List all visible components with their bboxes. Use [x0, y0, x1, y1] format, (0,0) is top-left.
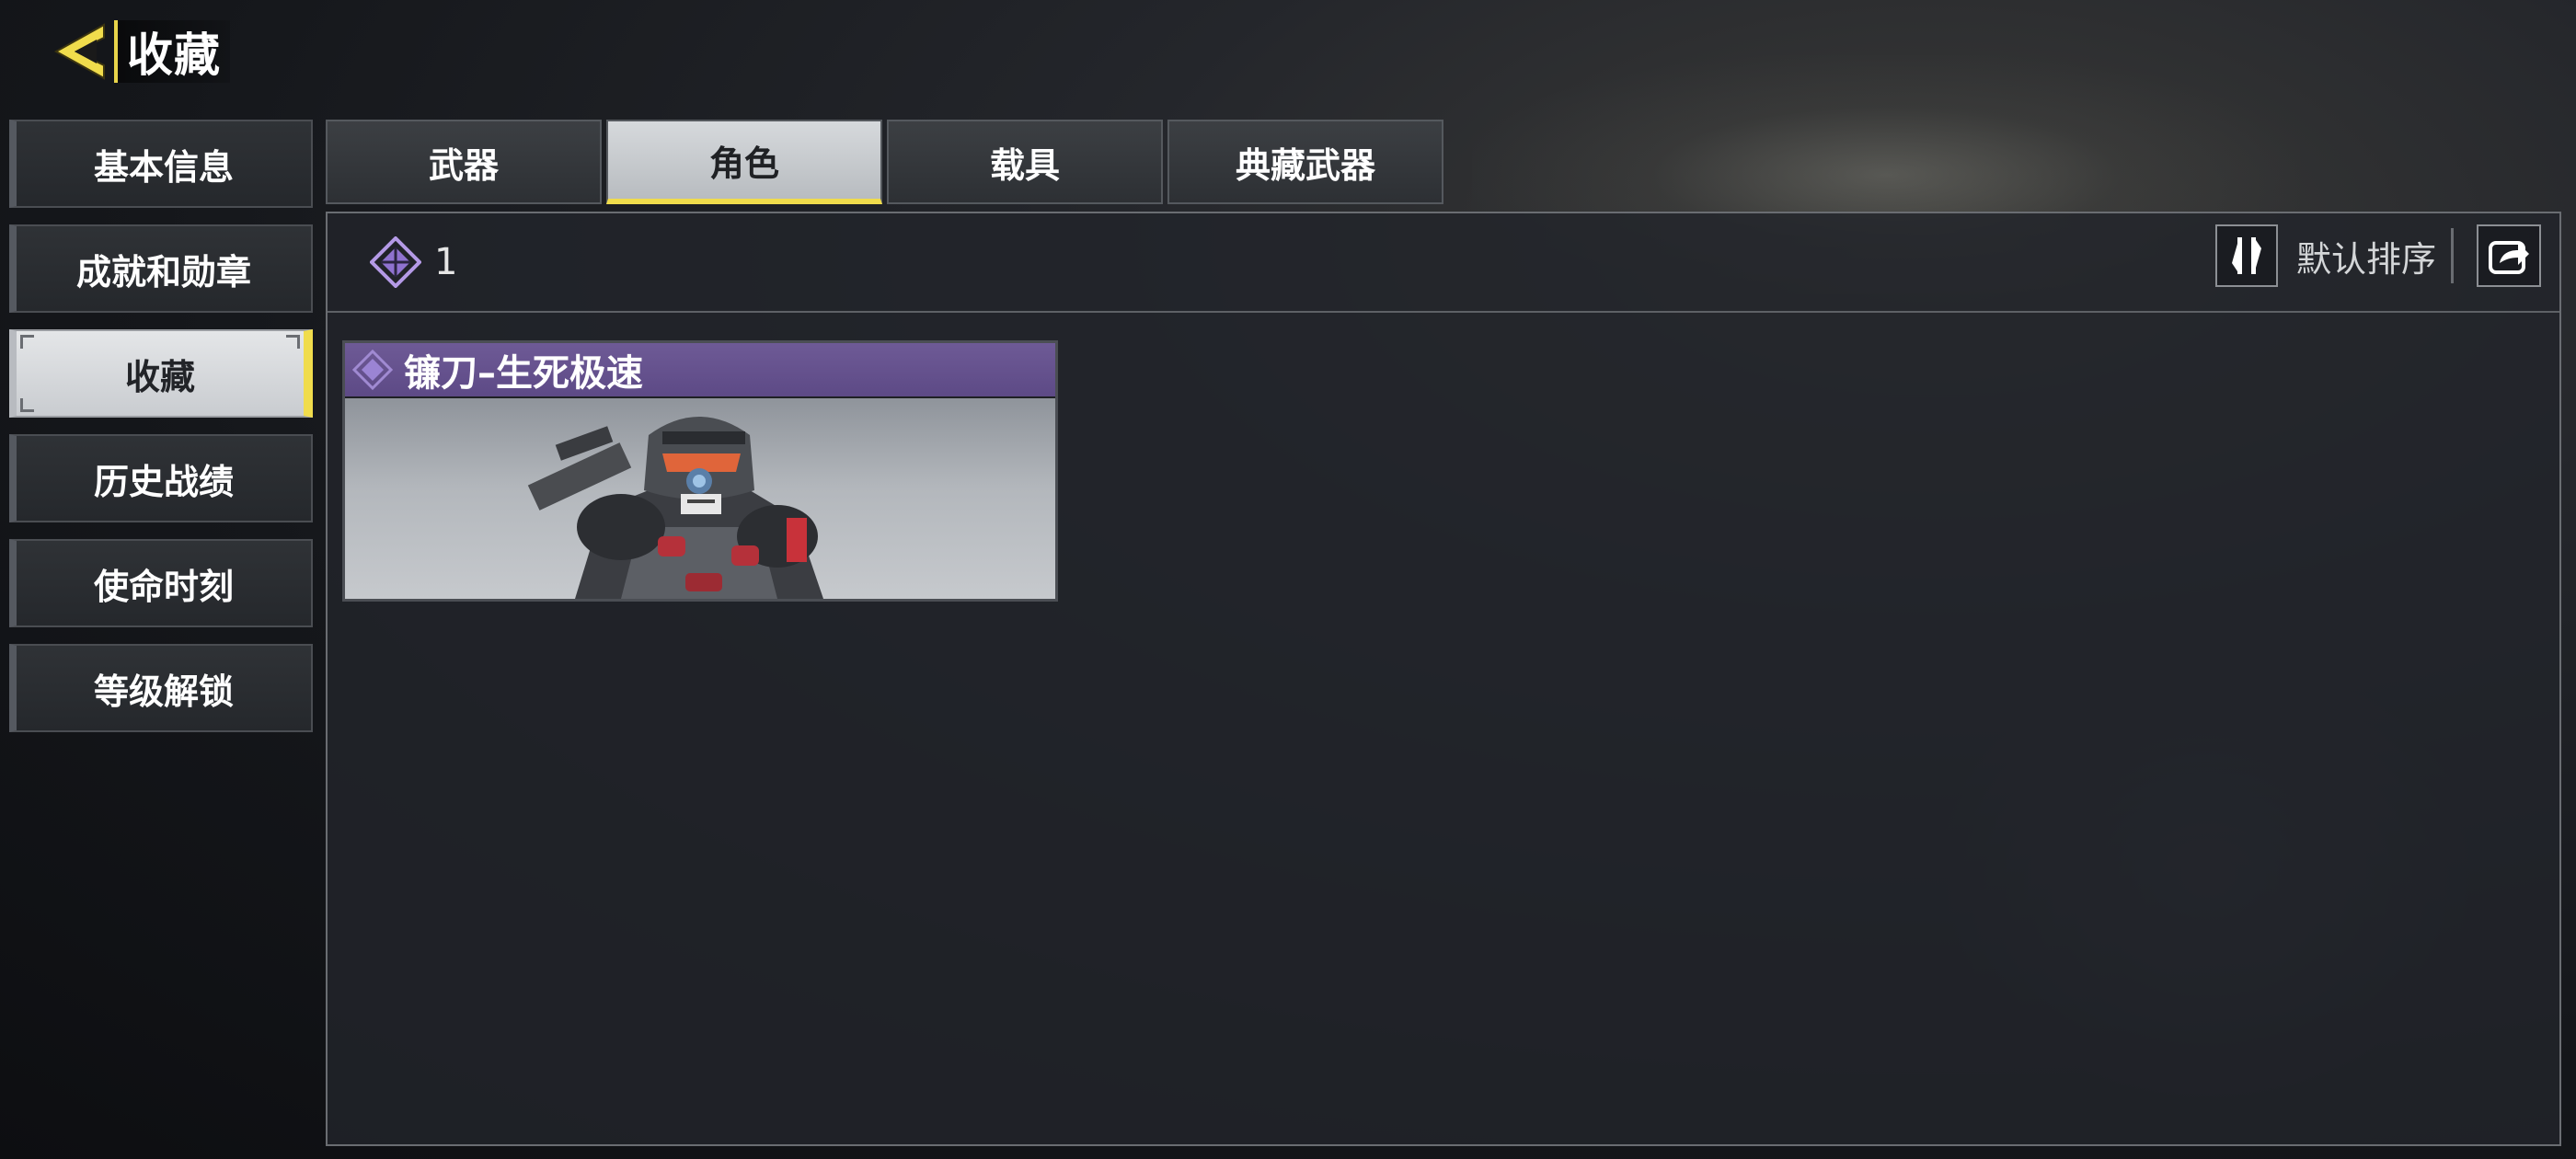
tab-characters[interactable]: 角色 [606, 120, 882, 204]
sidebar: 基本信息 成就和勋章 收藏 历史战绩 使命时刻 等级解锁 [9, 120, 313, 749]
card-title: 镰刀–生死极速 [404, 352, 643, 395]
item-count: 1 [370, 232, 457, 293]
tab-vehicles[interactable]: 载具 [887, 120, 1163, 204]
sidebar-item-level-unlock[interactable]: 等级解锁 [9, 644, 313, 732]
back-arrow-icon [53, 23, 105, 80]
sidebar-item-label: 收藏 [124, 356, 195, 397]
sidebar-item-collection[interactable]: 收藏 [9, 329, 313, 418]
tab-label: 角色 [708, 143, 779, 184]
tab-label: 载具 [989, 144, 1060, 186]
tab-collector-weapons[interactable]: 典藏武器 [1167, 120, 1443, 204]
item-count-value: 1 [434, 241, 458, 283]
sort-button[interactable] [2215, 224, 2278, 287]
sidebar-item-label: 使命时刻 [93, 566, 234, 607]
sidebar-item-moments[interactable]: 使命时刻 [9, 539, 313, 627]
content-panel: 1 默认排序 镰刀–生死极速 [326, 212, 2561, 1146]
sidebar-item-basic-info[interactable]: 基本信息 [9, 120, 313, 208]
card-header: 镰刀–生死极速 [345, 343, 1055, 396]
sidebar-item-label: 历史战绩 [93, 461, 234, 502]
tab-label: 武器 [428, 144, 499, 186]
corner-bracket-icon [20, 398, 34, 412]
back-button[interactable] [46, 18, 116, 85]
share-icon [2489, 241, 2529, 274]
character-portrait [345, 398, 1055, 599]
category-tabs: 武器 角色 载具 典藏武器 [326, 120, 1448, 204]
sidebar-item-history[interactable]: 历史战绩 [9, 434, 313, 522]
page-title-bar: 收藏 [114, 20, 230, 83]
sort-mode-label[interactable]: 默认排序 [2296, 228, 2455, 283]
share-button[interactable] [2477, 224, 2541, 287]
corner-bracket-icon [20, 335, 34, 349]
sidebar-item-label: 成就和勋章 [75, 251, 251, 293]
sidebar-item-label: 等级解锁 [93, 671, 234, 712]
legendary-diamond-icon [352, 350, 393, 390]
corner-bracket-icon [286, 335, 300, 349]
tab-label: 典藏武器 [1235, 144, 1375, 186]
sort-arrows-icon [2232, 237, 2261, 274]
page-title: 收藏 [127, 29, 221, 82]
sidebar-item-label: 基本信息 [93, 146, 234, 188]
tab-weapons[interactable]: 武器 [326, 120, 602, 204]
legendary-diamond-icon [370, 236, 421, 288]
panel-toolbar: 1 默认排序 [328, 213, 2559, 313]
collection-item-card[interactable]: 镰刀–生死极速 [342, 340, 1058, 602]
operator-figure-icon [527, 417, 823, 599]
sidebar-item-achievements[interactable]: 成就和勋章 [9, 224, 313, 313]
